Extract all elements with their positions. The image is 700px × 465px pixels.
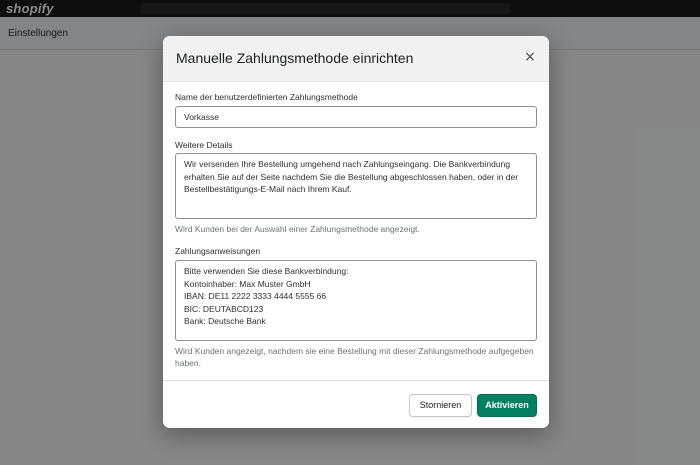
activate-button[interactable]: Aktivieren (477, 394, 537, 417)
payment-method-dialog: Manuelle Zahlungsmethode einrichten × Na… (163, 36, 549, 428)
instructions-textarea[interactable]: Bitte verwenden Sie diese Bankverbindung… (175, 260, 537, 341)
close-icon[interactable]: × (521, 48, 539, 66)
dialog-title: Manuelle Zahlungsmethode einrichten (176, 50, 414, 66)
cancel-button[interactable]: Stornieren (409, 394, 472, 417)
details-label: Weitere Details (175, 140, 233, 150)
payment-name-label: Name der benutzerdefinierten Zahlungsmet… (175, 92, 358, 102)
details-textarea[interactable]: Wir versenden Ihre Bestellung umgehend n… (175, 153, 537, 219)
instructions-label: Zahlungsanweisungen (175, 246, 261, 256)
dialog-header: Manuelle Zahlungsmethode einrichten × (163, 36, 549, 82)
dialog-footer: Stornieren Aktivieren (163, 380, 549, 428)
payment-name-input[interactable] (175, 106, 537, 128)
instructions-help-text: Wird Kunden angezeigt, nachdem sie eine … (175, 346, 534, 368)
details-help-text: Wird Kunden bei der Auswahl einer Zahlun… (175, 224, 420, 234)
